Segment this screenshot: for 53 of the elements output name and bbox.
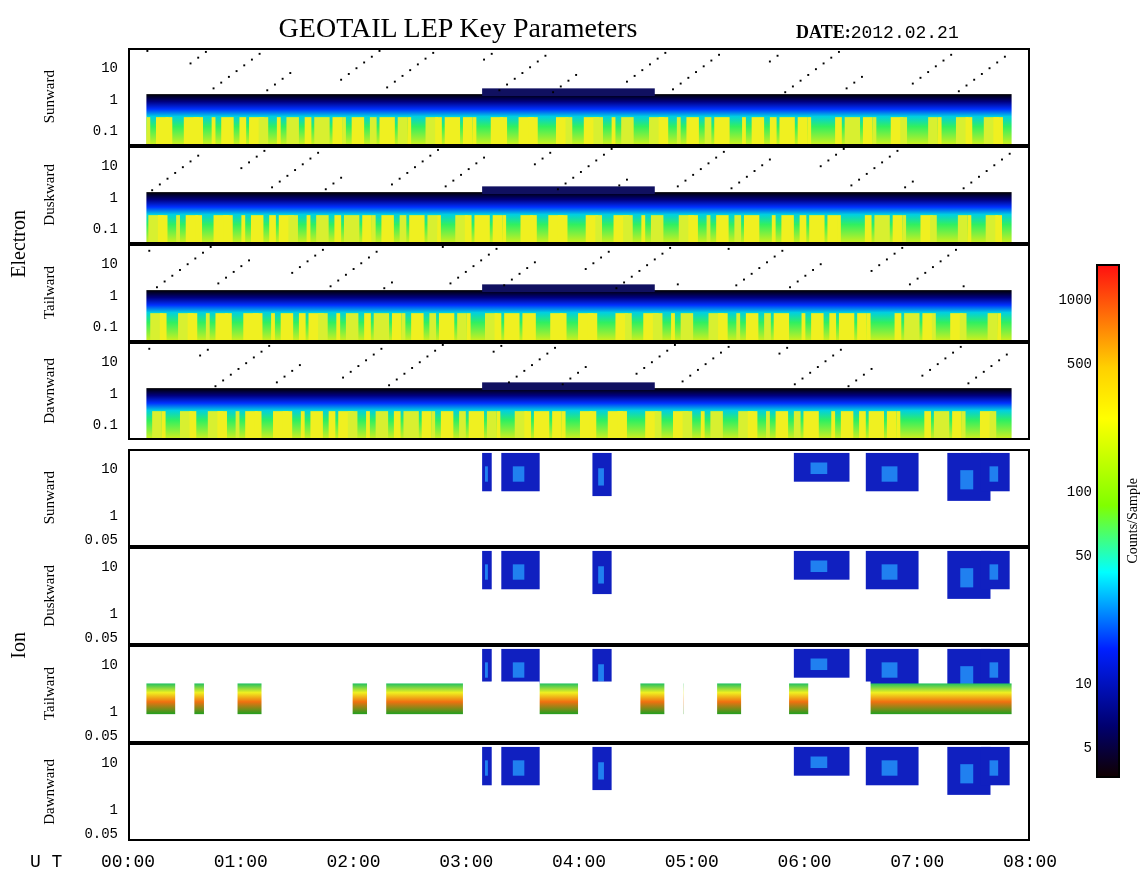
y-tick-label: 0.1	[92, 222, 118, 237]
y-tick-label: 10	[101, 60, 118, 75]
y-tick-label: 0.1	[92, 124, 118, 139]
colorbar-tick-label: 100	[1066, 485, 1092, 500]
time-tick-label: 03:00	[439, 851, 494, 874]
y-tick-label: 10	[101, 657, 118, 672]
particle-group-label: Ion	[5, 631, 30, 659]
y-tick-label: 10	[101, 354, 118, 369]
time-tick-label: 07:00	[890, 851, 945, 874]
y-tick-label: 1	[109, 288, 118, 303]
panel-direction-label: Tailward	[39, 667, 58, 721]
time-tick-label: 02:00	[326, 851, 381, 874]
colorbar-tick-label: 50	[1075, 548, 1092, 563]
y-tick-label: 10	[101, 256, 118, 271]
panel-direction-label: Duskward	[39, 164, 58, 226]
y-tick-label: 0.05	[84, 729, 118, 744]
panel-direction-label: Dawnward	[39, 358, 58, 424]
time-tick-label: 00:00	[101, 851, 155, 874]
colorbar-tick-label: 5	[1083, 741, 1092, 756]
colorbar-label: Counts/Sample	[1124, 478, 1141, 564]
y-tick-label: 10	[101, 461, 118, 476]
y-tick-label: 1	[109, 92, 118, 107]
time-tick-label: 05:00	[664, 851, 719, 874]
particle-group-label: Electron	[5, 210, 30, 278]
chart-title: GEOTAIL LEP Key Parameters	[277, 14, 639, 42]
panel-direction-label: Sunward	[39, 471, 58, 525]
y-tick-label: 10	[101, 755, 118, 770]
y-tick-label: 0.05	[84, 533, 118, 548]
y-tick-label: 0.05	[84, 631, 118, 646]
y-tick-label: 1	[109, 704, 118, 719]
panel-direction-label: Dawnward	[39, 759, 58, 825]
y-tick-label: 0.1	[92, 320, 118, 335]
panel-direction-label: Sunward	[39, 70, 58, 124]
y-tick-label: 1	[109, 190, 118, 205]
colorbar-tick-label: 10	[1075, 676, 1092, 691]
panel-direction-label: Duskward	[39, 565, 58, 627]
time-tick-label: 06:00	[777, 851, 832, 874]
y-tick-label: 0.05	[84, 827, 118, 842]
date-label: DATE:2012.02.21	[796, 23, 959, 42]
y-tick-label: 1	[109, 606, 118, 621]
time-axis-label: U T	[30, 851, 63, 874]
time-tick-label: 08:00	[1003, 851, 1057, 874]
y-tick-label: 10	[101, 158, 118, 173]
time-tick-label: 04:00	[552, 851, 606, 874]
colorbar-tick-label: 500	[1066, 357, 1092, 372]
colorbar-tick-label: 1000	[1058, 292, 1092, 307]
y-tick-label: 10	[101, 559, 118, 574]
y-tick-label: 0.1	[92, 418, 118, 433]
panel-direction-label: Tailward	[39, 266, 58, 320]
y-tick-label: 1	[109, 386, 118, 401]
y-tick-label: 1	[109, 508, 118, 523]
y-tick-label: 1	[109, 802, 118, 817]
time-tick-label: 01:00	[213, 851, 268, 874]
